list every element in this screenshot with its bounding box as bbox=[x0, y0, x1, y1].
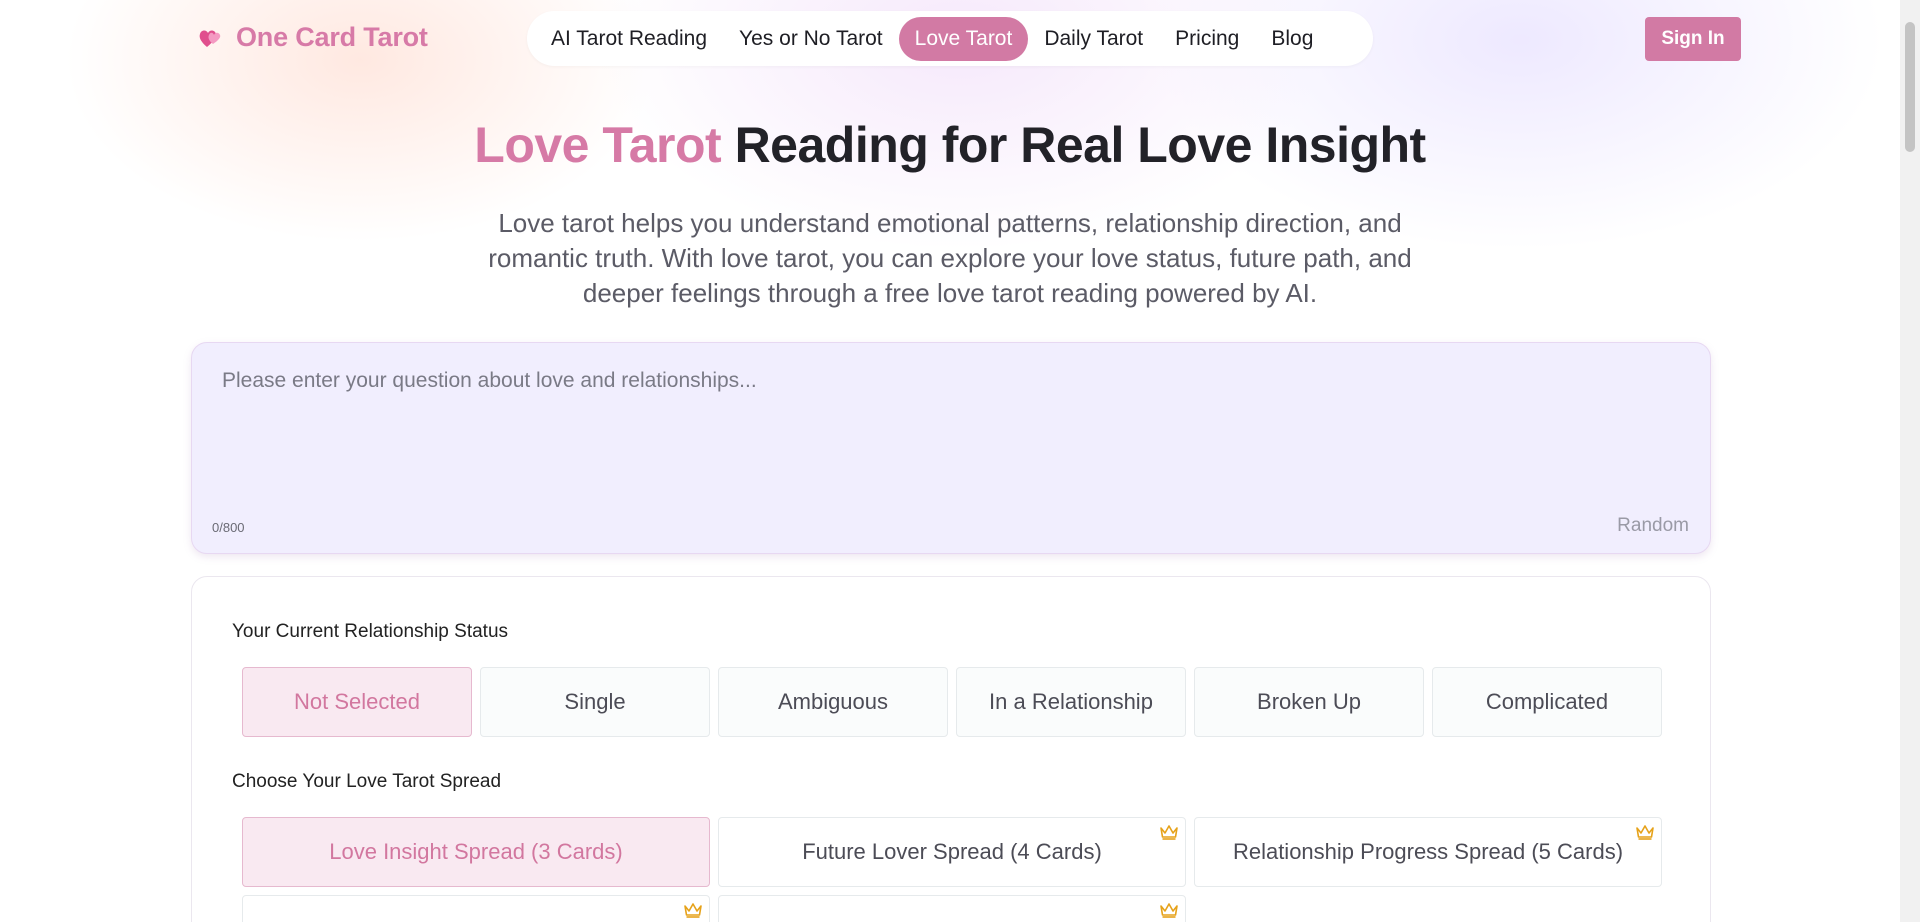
relationship-status-options: Not Selected Single Ambiguous In a Relat… bbox=[242, 667, 1662, 737]
tarot-spread-options-row-2 bbox=[242, 895, 1186, 922]
hearts-icon bbox=[199, 29, 221, 47]
nav-item-pricing[interactable]: Pricing bbox=[1159, 17, 1255, 61]
page-description: Love tarot helps you understand emotiona… bbox=[488, 208, 1412, 308]
spread-option-label: Future Lover Spread (4 Cards) bbox=[802, 839, 1102, 864]
crown-icon bbox=[1160, 903, 1178, 918]
logo[interactable]: One Card Tarot bbox=[198, 22, 428, 53]
spread-option-label: Relationship Progress Spread (5 Cards) bbox=[1232, 839, 1624, 864]
crown-icon bbox=[684, 903, 702, 918]
logo-text: One Card Tarot bbox=[236, 22, 428, 52]
relationship-status-label: Your Current Relationship Status bbox=[232, 621, 509, 642]
page-title-accent: Love Tarot bbox=[474, 117, 722, 173]
status-option-broken-up[interactable]: Broken Up bbox=[1194, 667, 1424, 737]
site-header: One Card Tarot AI Tarot Reading Yes or N… bbox=[0, 0, 1900, 78]
page-title-rest: Reading for Real Love Insight bbox=[721, 117, 1427, 173]
question-box: 0/800 Random bbox=[191, 342, 1711, 554]
spread-option-5[interactable] bbox=[718, 895, 1186, 922]
status-option-single[interactable]: Single bbox=[480, 667, 710, 737]
status-option-not-selected[interactable]: Not Selected bbox=[242, 667, 472, 737]
status-option-complicated[interactable]: Complicated bbox=[1432, 667, 1662, 737]
char-count: 0/800 bbox=[212, 520, 245, 535]
spread-option-4[interactable] bbox=[242, 895, 710, 922]
nav-item-ai-tarot-reading[interactable]: AI Tarot Reading bbox=[535, 17, 723, 61]
crown-icon bbox=[1636, 825, 1654, 840]
nav-item-yes-or-no-tarot[interactable]: Yes or No Tarot bbox=[723, 17, 899, 61]
scrollbar-thumb[interactable] bbox=[1905, 22, 1915, 152]
spread-option-love-insight[interactable]: Love Insight Spread (3 Cards) bbox=[242, 817, 710, 887]
spread-option-relationship-progress[interactable]: Relationship Progress Spread (5 Cards) bbox=[1194, 817, 1662, 887]
options-panel: Your Current Relationship Status Not Sel… bbox=[191, 576, 1711, 922]
page-scrollbar[interactable] bbox=[1900, 0, 1920, 922]
crown-icon bbox=[1160, 825, 1178, 840]
status-option-in-a-relationship[interactable]: In a Relationship bbox=[956, 667, 1186, 737]
main-nav: AI Tarot Reading Yes or No Tarot Love Ta… bbox=[527, 11, 1373, 66]
tarot-spread-label: Choose Your Love Tarot Spread bbox=[232, 771, 502, 792]
nav-item-daily-tarot[interactable]: Daily Tarot bbox=[1028, 17, 1159, 61]
sign-in-button[interactable]: Sign In bbox=[1645, 17, 1741, 61]
status-option-ambiguous[interactable]: Ambiguous bbox=[718, 667, 948, 737]
random-button[interactable]: Random bbox=[1617, 515, 1689, 537]
nav-item-blog[interactable]: Blog bbox=[1255, 17, 1329, 61]
tarot-spread-options: Love Insight Spread (3 Cards) Future Lov… bbox=[242, 817, 1662, 887]
nav-item-love-tarot[interactable]: Love Tarot bbox=[898, 16, 1029, 61]
page-title: Love Tarot Reading for Real Love Insight bbox=[0, 116, 1900, 174]
spread-option-future-lover[interactable]: Future Lover Spread (4 Cards) bbox=[718, 817, 1186, 887]
spread-option-label: Love Insight Spread (3 Cards) bbox=[329, 839, 623, 864]
question-input[interactable] bbox=[222, 369, 1662, 489]
